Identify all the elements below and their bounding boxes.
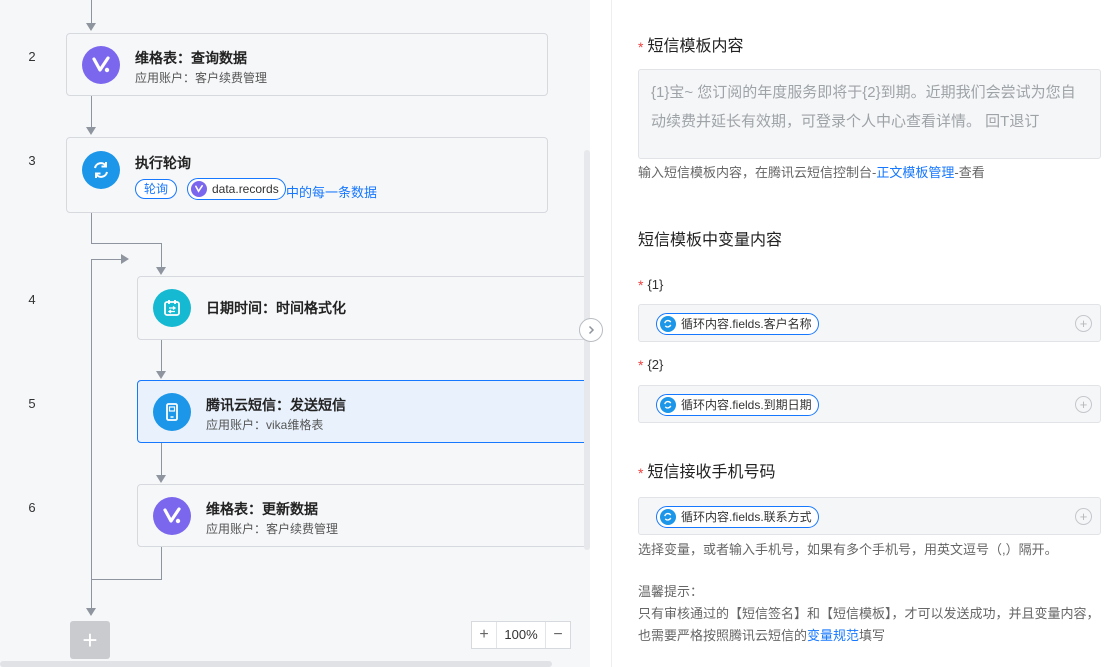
- horizontal-scrollbar[interactable]: [0, 661, 552, 667]
- template-content-hint: 输入短信模板内容，在腾讯云短信控制台-正文模板管理-查看: [638, 162, 985, 181]
- step-node-datetime-format[interactable]: 日期时间：时间格式化: [137, 276, 590, 340]
- add-step-button[interactable]: +: [70, 621, 110, 659]
- connector: [91, 243, 162, 244]
- step-node-update-data[interactable]: 维格表：更新数据 应用账户：客户续费管理: [137, 484, 590, 547]
- zoom-control: + 100% −: [471, 621, 571, 649]
- template-content-title-text: 短信模板内容: [647, 38, 744, 55]
- phone-number-title: * 短信接收手机号码: [638, 458, 775, 482]
- loop-variable-text: data.records: [212, 182, 279, 196]
- sms-icon: [153, 393, 191, 431]
- tip-text: 只有审核通过的【短信签名】和【短信模板】，才可以发送成功，并且变量内容，也需要严…: [638, 603, 1108, 647]
- variable-pill[interactable]: 循环内容.fields.到期日期: [656, 394, 819, 416]
- hint-text: -查看: [954, 165, 985, 180]
- loop-back-connector: [91, 579, 162, 580]
- variable-pill-text: 循环内容.fields.联系方式: [681, 510, 812, 524]
- step-number: 6: [28, 500, 36, 515]
- step-title: 维格表：更新数据: [206, 501, 318, 517]
- step-node-query-data[interactable]: 维格表：查询数据 应用账户：客户续费管理: [66, 33, 548, 96]
- step-account: 应用账户：vika维格表: [206, 418, 324, 432]
- step-node-send-sms[interactable]: 腾讯云短信：发送短信 应用账户：vika维格表: [137, 380, 590, 443]
- connector: [161, 243, 162, 268]
- connector: [91, 579, 92, 611]
- tip-text-end: 填写: [859, 628, 886, 643]
- connector-arrow: [86, 127, 96, 135]
- variable-1-input[interactable]: 循环内容.fields.客户名称 +: [638, 304, 1101, 342]
- loop-icon: [660, 316, 676, 332]
- variable-pill-text: 循环内容.fields.客户名称: [681, 317, 812, 331]
- required-mark: *: [638, 277, 644, 293]
- template-variables-title: 短信模板中变量内容: [638, 232, 783, 249]
- loop-back-arrow: [121, 254, 129, 264]
- required-mark: *: [638, 39, 644, 55]
- connector: [161, 443, 162, 476]
- loop-back-connector: [161, 547, 162, 579]
- step-node-loop[interactable]: 执行轮询 轮询 data.records 中的每一条数据: [66, 137, 548, 213]
- step-number: 4: [28, 292, 36, 307]
- loop-variable-pill[interactable]: data.records: [187, 178, 286, 200]
- step-account: 应用账户：客户续费管理: [206, 522, 339, 536]
- variable-pill-text: 循环内容.fields.到期日期: [681, 398, 812, 412]
- add-variable-icon[interactable]: +: [1075, 315, 1092, 332]
- connector: [161, 340, 162, 372]
- step-number: 5: [28, 396, 36, 411]
- add-variable-icon[interactable]: +: [1075, 396, 1092, 413]
- loop-tag: 轮询: [135, 179, 178, 199]
- variable-2-input[interactable]: 循环内容.fields.到期日期 +: [638, 385, 1101, 423]
- required-mark: *: [638, 357, 644, 373]
- step-title: 维格表：查询数据: [135, 50, 247, 66]
- variable-2-label-text: {2}: [647, 357, 664, 372]
- template-content-title: * 短信模板内容: [638, 32, 743, 56]
- loop-icon: [82, 151, 120, 189]
- config-panel: * 短信模板内容 {1}宝~ 您订阅的年度服务即将于{2}到期。近期我们会尝试为您…: [611, 0, 1119, 667]
- phone-number-input[interactable]: 循环内容.fields.联系方式 +: [638, 497, 1101, 535]
- tip-title: 温馨提示：: [638, 584, 704, 599]
- chevron-right-icon: [588, 325, 595, 335]
- connector: [91, 0, 92, 24]
- loop-description: 中的每一条数据: [286, 185, 378, 200]
- step-title: 日期时间：时间格式化: [206, 300, 346, 316]
- calendar-icon: [153, 289, 191, 327]
- panel-collapse-button[interactable]: [579, 318, 603, 342]
- step-number: 2: [28, 49, 36, 64]
- vika-icon: [191, 181, 207, 197]
- step-number: 3: [28, 153, 36, 168]
- connector-arrow: [86, 608, 96, 616]
- loop-icon: [660, 397, 676, 413]
- loop-back-connector: [91, 259, 92, 579]
- app-root: 2 维格表：查询数据 应用账户：客户续费管理 3 执行轮询 轮询 data.re…: [0, 0, 1119, 667]
- loop-back-connector: [91, 259, 121, 260]
- variable-1-label-text: {1}: [647, 277, 664, 292]
- variable-2-label: * {2}: [638, 356, 664, 373]
- phone-number-title-text: 短信接收手机号码: [647, 464, 776, 481]
- phone-number-hint: 选择变量，或者输入手机号，如果有多个手机号，用英文逗号（,）隔开。: [638, 542, 1058, 557]
- template-content-textarea[interactable]: {1}宝~ 您订阅的年度服务即将于{2}到期。近期我们会尝试为您自动续费并延长有…: [638, 69, 1101, 159]
- connector-arrow: [156, 475, 166, 483]
- connector: [91, 213, 92, 243]
- workflow-canvas[interactable]: 2 维格表：查询数据 应用账户：客户续费管理 3 执行轮询 轮询 data.re…: [0, 0, 590, 667]
- loop-icon: [660, 509, 676, 525]
- variable-pill[interactable]: 循环内容.fields.联系方式: [656, 506, 819, 528]
- add-variable-icon[interactable]: +: [1075, 508, 1092, 525]
- vika-icon: [153, 497, 191, 535]
- variable-1-label: * {1}: [638, 276, 664, 293]
- required-mark: *: [638, 465, 644, 481]
- vika-icon: [82, 46, 120, 84]
- step-title: 腾讯云短信：发送短信: [206, 397, 346, 413]
- vertical-scrollbar[interactable]: [584, 150, 590, 550]
- connector-arrow: [156, 267, 166, 275]
- variable-pill[interactable]: 循环内容.fields.客户名称: [656, 313, 819, 335]
- step-account: 应用账户：客户续费管理: [135, 71, 268, 85]
- template-manage-link[interactable]: 正文模板管理: [876, 165, 954, 180]
- zoom-level: 100%: [496, 622, 546, 648]
- variable-spec-link[interactable]: 变量规范: [807, 628, 859, 643]
- connector: [91, 96, 92, 128]
- connector-arrow: [86, 23, 96, 31]
- zoom-in-button[interactable]: +: [472, 622, 496, 648]
- zoom-out-button[interactable]: −: [546, 622, 570, 648]
- connector-arrow: [156, 371, 166, 379]
- hint-text: 输入短信模板内容，在腾讯云短信控制台-: [638, 165, 877, 180]
- step-title: 执行轮询: [135, 155, 191, 171]
